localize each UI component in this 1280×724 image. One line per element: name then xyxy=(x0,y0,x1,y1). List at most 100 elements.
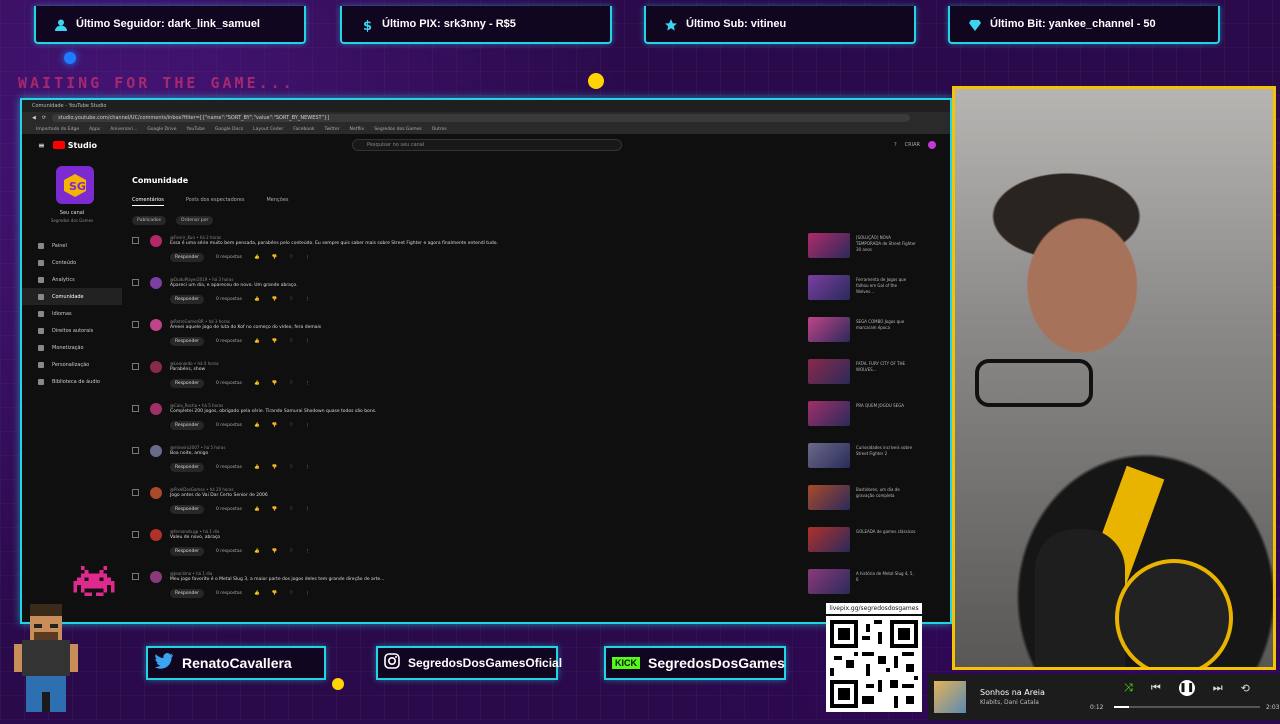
next-icon[interactable]: ⏭ xyxy=(1213,681,1223,695)
browser-tab[interactable]: Comunidade - YouTube Studio xyxy=(32,103,106,109)
help-icon[interactable]: ? xyxy=(894,142,897,148)
reply-button[interactable]: Responder xyxy=(170,505,204,514)
video-thumbnail[interactable] xyxy=(808,275,850,300)
bookmark-item[interactable]: Apps xyxy=(89,127,100,132)
avatar[interactable] xyxy=(150,403,162,415)
more-icon[interactable]: ⋮ xyxy=(305,255,310,260)
video-title[interactable]: Curiosidades incríveis sobre Street Figh… xyxy=(856,445,916,457)
replies-count[interactable]: 0 respostas xyxy=(216,339,242,344)
comment-author[interactable]: @fernando.gp xyxy=(170,529,198,534)
avatar[interactable] xyxy=(150,361,162,373)
reply-button[interactable]: Responder xyxy=(170,379,204,388)
comment-author[interactable]: @Jeanlima xyxy=(170,571,191,576)
sidebar-item-conteudo[interactable]: Conteúdo xyxy=(22,254,122,271)
pause-icon[interactable]: ❚❚ xyxy=(1178,680,1195,696)
video-thumbnail[interactable] xyxy=(808,359,850,384)
dislike-icon[interactable]: 👎 xyxy=(272,591,278,596)
replies-count[interactable]: 0 respostas xyxy=(216,465,242,470)
like-icon[interactable]: 👍 xyxy=(254,549,260,554)
more-icon[interactable]: ⋮ xyxy=(305,423,310,428)
like-icon[interactable]: 👍 xyxy=(254,339,260,344)
dislike-icon[interactable]: 👎 xyxy=(272,465,278,470)
tab-posts[interactable]: Posts dos espectadores xyxy=(186,197,245,206)
bookmark-item[interactable]: Segredos dos Games xyxy=(374,127,422,132)
more-icon[interactable]: ⋮ xyxy=(305,591,310,596)
video-title[interactable]: SEGA COMBO Jogos que marcaram época xyxy=(856,319,916,331)
video-title[interactable]: PRA QUEM JOGOU SEGA xyxy=(856,403,916,409)
shuffle-icon[interactable]: ⤨ xyxy=(1124,681,1133,695)
avatar[interactable] xyxy=(150,319,162,331)
video-title[interactable]: GOLEADA de games clássicos xyxy=(856,529,916,535)
sidebar-item-personalizacao[interactable]: Personalização xyxy=(22,356,122,373)
bookmark-item[interactable]: Google Docs xyxy=(215,127,243,132)
bookmark-item[interactable]: Importado do Edge xyxy=(36,127,79,132)
select-checkbox[interactable] xyxy=(132,405,139,412)
more-icon[interactable]: ⋮ xyxy=(305,381,310,386)
comment-author[interactable]: @Caio_Rocha xyxy=(170,403,197,408)
reply-button[interactable]: Responder xyxy=(170,295,204,304)
video-title[interactable]: [SOLUÇÃO] NOVA TEMPORADA de Street Fight… xyxy=(856,235,916,253)
video-thumbnail[interactable] xyxy=(808,569,850,594)
livepix-qr-code[interactable] xyxy=(826,616,922,712)
reply-button[interactable]: Responder xyxy=(170,463,204,472)
bookmark-item[interactable]: YouTube xyxy=(187,127,205,132)
video-thumbnail[interactable] xyxy=(808,527,850,552)
bookmark-item[interactable]: Outros xyxy=(432,127,447,132)
select-checkbox[interactable] xyxy=(132,489,139,496)
heart-icon[interactable]: ♡ xyxy=(289,339,293,344)
address-bar[interactable]: studio.youtube.com/channel/UC/comments/i… xyxy=(52,114,910,122)
like-icon[interactable]: 👍 xyxy=(254,591,260,596)
dislike-icon[interactable]: 👎 xyxy=(272,339,278,344)
more-icon[interactable]: ⋮ xyxy=(305,297,310,302)
reload-icon[interactable]: ⟳ xyxy=(42,115,46,121)
avatar[interactable] xyxy=(150,571,162,583)
like-icon[interactable]: 👍 xyxy=(254,465,260,470)
select-checkbox[interactable] xyxy=(132,321,139,328)
channel-avatar[interactable]: SG xyxy=(56,166,94,204)
comment-author[interactable]: @Leonardo xyxy=(170,361,193,366)
replies-count[interactable]: 0 respostas xyxy=(216,423,242,428)
video-thumbnail[interactable] xyxy=(808,233,850,258)
comment-author[interactable]: @Fenrir_Kun xyxy=(170,235,195,240)
comment-author[interactable]: @mineiro2007 xyxy=(170,445,199,450)
bookmark-item[interactable]: Layout Ceder xyxy=(253,127,283,132)
comment-author[interactable]: @PixelDosGames xyxy=(170,487,205,492)
avatar[interactable] xyxy=(928,141,936,149)
bookmark-item[interactable]: Twitter xyxy=(324,127,339,132)
select-checkbox[interactable] xyxy=(132,573,139,580)
video-thumbnail[interactable] xyxy=(808,485,850,510)
create-button[interactable]: CRIAR xyxy=(905,142,920,148)
video-title[interactable]: A história de Metal Slug 4, 5, 6 xyxy=(856,571,916,583)
avatar[interactable] xyxy=(150,529,162,541)
heart-icon[interactable]: ♡ xyxy=(289,255,293,260)
video-title[interactable]: Bastidores, um dia de gravação completa xyxy=(856,487,916,499)
more-icon[interactable]: ⋮ xyxy=(305,339,310,344)
menu-icon[interactable]: ≡ xyxy=(38,141,45,150)
filter-chip[interactable]: Publicados xyxy=(132,216,167,225)
bookmark-item[interactable]: Aniversari... xyxy=(110,127,137,132)
heart-icon[interactable]: ♡ xyxy=(289,297,293,302)
like-icon[interactable]: 👍 xyxy=(254,297,260,302)
video-thumbnail[interactable] xyxy=(808,401,850,426)
dislike-icon[interactable]: 👎 xyxy=(272,381,278,386)
reply-button[interactable]: Responder xyxy=(170,421,204,430)
avatar[interactable] xyxy=(150,445,162,457)
sidebar-item-idiomas[interactable]: Idiomas xyxy=(22,305,122,322)
reply-button[interactable]: Responder xyxy=(170,547,204,556)
repeat-icon[interactable]: ⟲ xyxy=(1241,682,1250,695)
studio-logo[interactable]: Studio xyxy=(52,141,97,150)
dislike-icon[interactable]: 👎 xyxy=(272,507,278,512)
like-icon[interactable]: 👍 xyxy=(254,381,260,386)
like-icon[interactable]: 👍 xyxy=(254,423,260,428)
dislike-icon[interactable]: 👎 xyxy=(272,549,278,554)
reply-button[interactable]: Responder xyxy=(170,253,204,262)
replies-count[interactable]: 0 respostas xyxy=(216,297,242,302)
heart-icon[interactable]: ♡ xyxy=(289,465,293,470)
dislike-icon[interactable]: 👎 xyxy=(272,297,278,302)
tab-mencoes[interactable]: Menções xyxy=(266,197,288,206)
sidebar-item-direitos[interactable]: Direitos autorais xyxy=(22,322,122,339)
replies-count[interactable]: 0 respostas xyxy=(216,549,242,554)
heart-icon[interactable]: ♡ xyxy=(289,591,293,596)
heart-icon[interactable]: ♡ xyxy=(289,381,293,386)
reply-button[interactable]: Responder xyxy=(170,589,204,598)
